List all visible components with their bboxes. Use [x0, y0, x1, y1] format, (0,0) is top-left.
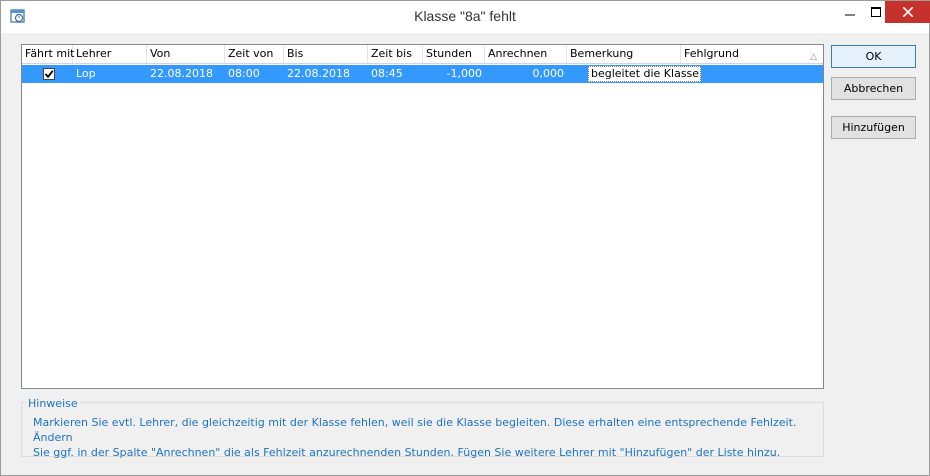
hints-title: Hinweise [26, 397, 80, 410]
column-header-zeit-von[interactable]: Zeit von [225, 45, 284, 63]
cell-zeit-bis[interactable]: 08:45 [368, 65, 423, 83]
sort-ascending-icon: △ [810, 52, 817, 62]
checkmark-icon [44, 70, 54, 79]
column-header-bis[interactable]: Bis [284, 45, 368, 63]
column-header-fehlgrund[interactable]: Fehlgrund △ [681, 45, 823, 63]
hints-line-2: Sie ggf. in der Spalte "Anrechnen" die a… [33, 446, 781, 459]
teachers-grid[interactable]: Fährt mit Lehrer Von Zeit von Bis Zeit b… [21, 44, 824, 389]
column-header-lehrer[interactable]: Lehrer [73, 45, 147, 63]
title-bar[interactable]: Klasse "8a" fehlt [1, 1, 930, 33]
dialog-window: Klasse "8a" fehlt Fährt mit Lehrer Von Z… [0, 0, 930, 476]
cell-bemerkung-editor[interactable]: begleitet die Klasse [588, 66, 701, 82]
minimize-button[interactable] [837, 1, 863, 23]
cell-lehrer[interactable]: Lop [73, 65, 147, 83]
column-header-von[interactable]: Von [147, 45, 225, 63]
column-header-anrechnen[interactable]: Anrechnen [485, 45, 567, 63]
column-header-fehlgrund-label: Fehlgrund [684, 47, 739, 60]
cell-von[interactable]: 22.08.2018 [147, 65, 225, 83]
cell-fehlgrund[interactable] [702, 65, 822, 83]
faehrt-mit-checkbox[interactable] [43, 68, 55, 80]
add-button[interactable]: Hinzufügen [831, 116, 916, 139]
minimize-icon [845, 14, 855, 16]
cancel-button[interactable]: Abbrechen [831, 77, 916, 100]
close-icon [902, 7, 913, 17]
grid-header: Fährt mit Lehrer Von Zeit von Bis Zeit b… [22, 45, 823, 64]
hints-groupbox: Hinweise Markieren Sie evtl. Lehrer, die… [21, 397, 824, 460]
cell-stunden[interactable]: -1,000 [423, 65, 485, 83]
ok-button[interactable]: OK [831, 45, 916, 68]
hints-text: Markieren Sie evtl. Lehrer, die gleichze… [33, 415, 818, 460]
maximize-icon [871, 7, 881, 17]
close-button[interactable] [885, 1, 930, 23]
hints-line-1: Markieren Sie evtl. Lehrer, die gleichze… [33, 416, 797, 444]
window-title: Klasse "8a" fehlt [414, 8, 516, 24]
column-header-bemerkung[interactable]: Bemerkung [567, 45, 681, 63]
cell-anrechnen[interactable]: 0,000 [485, 65, 567, 83]
table-row[interactable]: Lop 22.08.2018 08:00 22.08.2018 08:45 -1… [22, 65, 823, 83]
cell-bis[interactable]: 22.08.2018 [284, 65, 368, 83]
cell-zeit-von[interactable]: 08:00 [225, 65, 284, 83]
column-header-stunden[interactable]: Stunden [423, 45, 485, 63]
column-header-faehrt-mit[interactable]: Fährt mit [22, 45, 74, 63]
column-header-zeit-bis[interactable]: Zeit bis [368, 45, 423, 63]
